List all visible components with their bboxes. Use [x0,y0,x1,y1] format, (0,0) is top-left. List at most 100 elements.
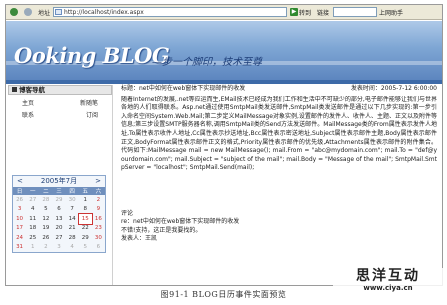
calendar-day[interactable]: 26 [13,195,26,205]
calendar-title: 2005年7月 [40,177,78,185]
post-body: 随着Internet的发展,.net等应运而生,EMail技术已经成为我们工作和… [121,95,437,172]
forward-arrow-icon [24,8,32,16]
calendar-day[interactable]: 19 [39,224,52,234]
sidebar-row: 主页 新随笔 [8,95,112,107]
go-label: 转到 [299,9,312,17]
calendar-day[interactable]: 3 [13,205,26,215]
calendar-day[interactable]: 3 [52,243,65,253]
calendar-day[interactable]: 5 [39,205,52,215]
calendar-day[interactable]: 20 [52,224,65,234]
blog-banner: Ooking BLOG —步一个脚印，技术至尊 [6,21,442,80]
calendar-day[interactable]: 21 [66,224,79,234]
post-content: 标题：net中如何在web窗体下实现邮件的收发 发表时间：2005-7-12 6… [119,85,439,285]
calendar-week: 24 25 26 27 28 29 30 [13,233,105,243]
calendar-day[interactable]: 16 [92,214,105,224]
calendar-week: 10 11 12 13 14 15 16 [13,213,105,225]
calendar-day[interactable]: 12 [39,214,52,224]
calendar-day[interactable]: 25 [26,233,39,243]
watermark-title: 思洋互动 [356,268,420,284]
calendar-day[interactable]: 9 [92,205,105,215]
calendar-day[interactable]: 30 [66,195,79,205]
calendar-day[interactable]: 29 [52,195,65,205]
calendar-day[interactable]: 1 [26,243,39,253]
calendar-day[interactable]: 6 [52,205,65,215]
search-assistant[interactable] [333,7,378,17]
calendar-day[interactable]: 2 [39,243,52,253]
calendar-body: 26 27 28 29 30 1 2 3 4 5 6 7 8 9 10 11 12 13 14 15 16 17 18 19 2… [13,195,105,252]
calendar-week: 31 1 2 3 4 5 6 [13,243,105,253]
links-button[interactable]: 链接 [317,8,329,17]
comments-label: 评论 [121,209,134,217]
calendar-day[interactable]: 17 [13,224,26,234]
calendar-day[interactable]: 24 [13,233,26,243]
nav-link-subscribe[interactable]: 订阅 [86,110,98,119]
calendar-day[interactable]: 23 [92,224,105,234]
blog-logo[interactable]: Ooking BLOG [14,43,170,68]
sidebar-header-text: 博客导航 [19,86,45,94]
go-button[interactable]: ▶ 转到 [290,8,311,17]
calendar-day[interactable]: 6 [92,243,105,253]
post-meta: 发表时间：2005-7-12 6:00:00 [350,85,437,92]
search-assistant-label: 上网助手 [379,9,404,17]
browser-toolbar: 地址 http://localhost/index.aspx ▶ 转到 链接 上网… [6,5,442,20]
sidebar-row: 联系 订阅 [8,107,112,119]
calendar-weekday-row: 日一二三四五六 [13,187,105,195]
blog-slogan: —步一个脚印，技术至尊 [152,57,262,68]
calendar-day[interactable]: 4 [66,243,79,253]
calendar-next-button[interactable]: > [95,176,101,187]
calendar: < 2005年7月 > 日一二三四五六 26 27 28 29 30 1 2 3 4 5 6 7 8 9 1… [12,175,106,253]
post-header: 标题：net中如何在web窗体下实现邮件的收发 发表时间：2005-7-12 6… [119,85,439,94]
calendar-day[interactable]: 31 [13,243,26,253]
comment-title[interactable]: re：net中如何在web窗体下实现邮件的收发 [121,218,437,227]
calendar-day[interactable]: 7 [66,205,79,215]
nav-link-new-post[interactable]: 新随笔 [80,98,98,107]
back-button[interactable] [8,7,20,18]
calendar-week: 17 18 19 20 21 22 23 [13,224,105,234]
post-title[interactable]: 标题：net中如何在web窗体下实现邮件的收发 [121,85,245,94]
calendar-day[interactable]: 18 [26,224,39,234]
comment-text: 不错!支持，这正是我要找的。 [121,226,202,234]
calendar-day[interactable]: 26 [39,233,52,243]
nav-bar [6,80,442,84]
forward-button[interactable] [22,7,34,18]
calendar-day[interactable]: 30 [92,233,105,243]
comment-author: 发表人：王凯 [121,235,158,243]
calendar-grid: 日一二三四五六 26 27 28 29 30 1 2 3 4 5 6 7 8 9 10 11 12 13 14 15 1… [13,187,105,252]
calendar-day[interactable]: 10 [13,214,26,224]
sidebar-header: 博客导航 [8,85,112,95]
calendar-prev-button[interactable]: < [17,176,23,187]
calendar-weekday: 三 [52,187,66,195]
watermark-url: www.ciya.cn [363,284,413,292]
calendar-weekday: 四 [65,187,79,195]
calendar-day[interactable]: 27 [26,195,39,205]
browser-window: 地址 http://localhost/index.aspx ▶ 转到 链接 上网… [5,4,443,286]
calendar-day[interactable]: 28 [39,195,52,205]
comments-section: 评论 re：net中如何在web窗体下实现邮件的收发 不错!支持，这正是我要找的… [119,210,439,244]
calendar-day[interactable]: 4 [26,205,39,215]
calendar-weekday: 二 [39,187,53,195]
calendar-weekday: 五 [78,187,92,195]
sidebar-header-icon [12,87,17,92]
calendar-day[interactable]: 15 [77,213,93,225]
calendar-day[interactable]: 13 [52,214,65,224]
calendar-week: 3456789 [13,205,105,215]
calendar-day[interactable]: 5 [79,243,92,253]
address-label: 地址 [38,9,51,17]
calendar-week: 26 27 28 29 30 1 2 [13,195,105,205]
calendar-weekday: 一 [26,187,40,195]
nav-link-home[interactable]: 主页 [22,98,34,107]
calendar-day[interactable]: 28 [66,233,79,243]
calendar-day[interactable]: 11 [26,214,39,224]
page-icon [55,9,63,15]
calendar-day[interactable]: 2 [92,195,105,205]
calendar-day[interactable]: 1 [79,195,92,205]
calendar-day[interactable]: 8 [79,205,92,215]
nav-link-contact[interactable]: 联系 [22,110,34,119]
calendar-day[interactable]: 14 [66,214,79,224]
calendar-day[interactable]: 22 [79,224,92,234]
calendar-day[interactable]: 29 [79,233,92,243]
calendar-day[interactable]: 27 [52,233,65,243]
calendar-weekday: 日 [13,187,27,195]
back-arrow-icon [10,8,18,16]
address-bar[interactable]: http://localhost/index.aspx [53,7,288,17]
